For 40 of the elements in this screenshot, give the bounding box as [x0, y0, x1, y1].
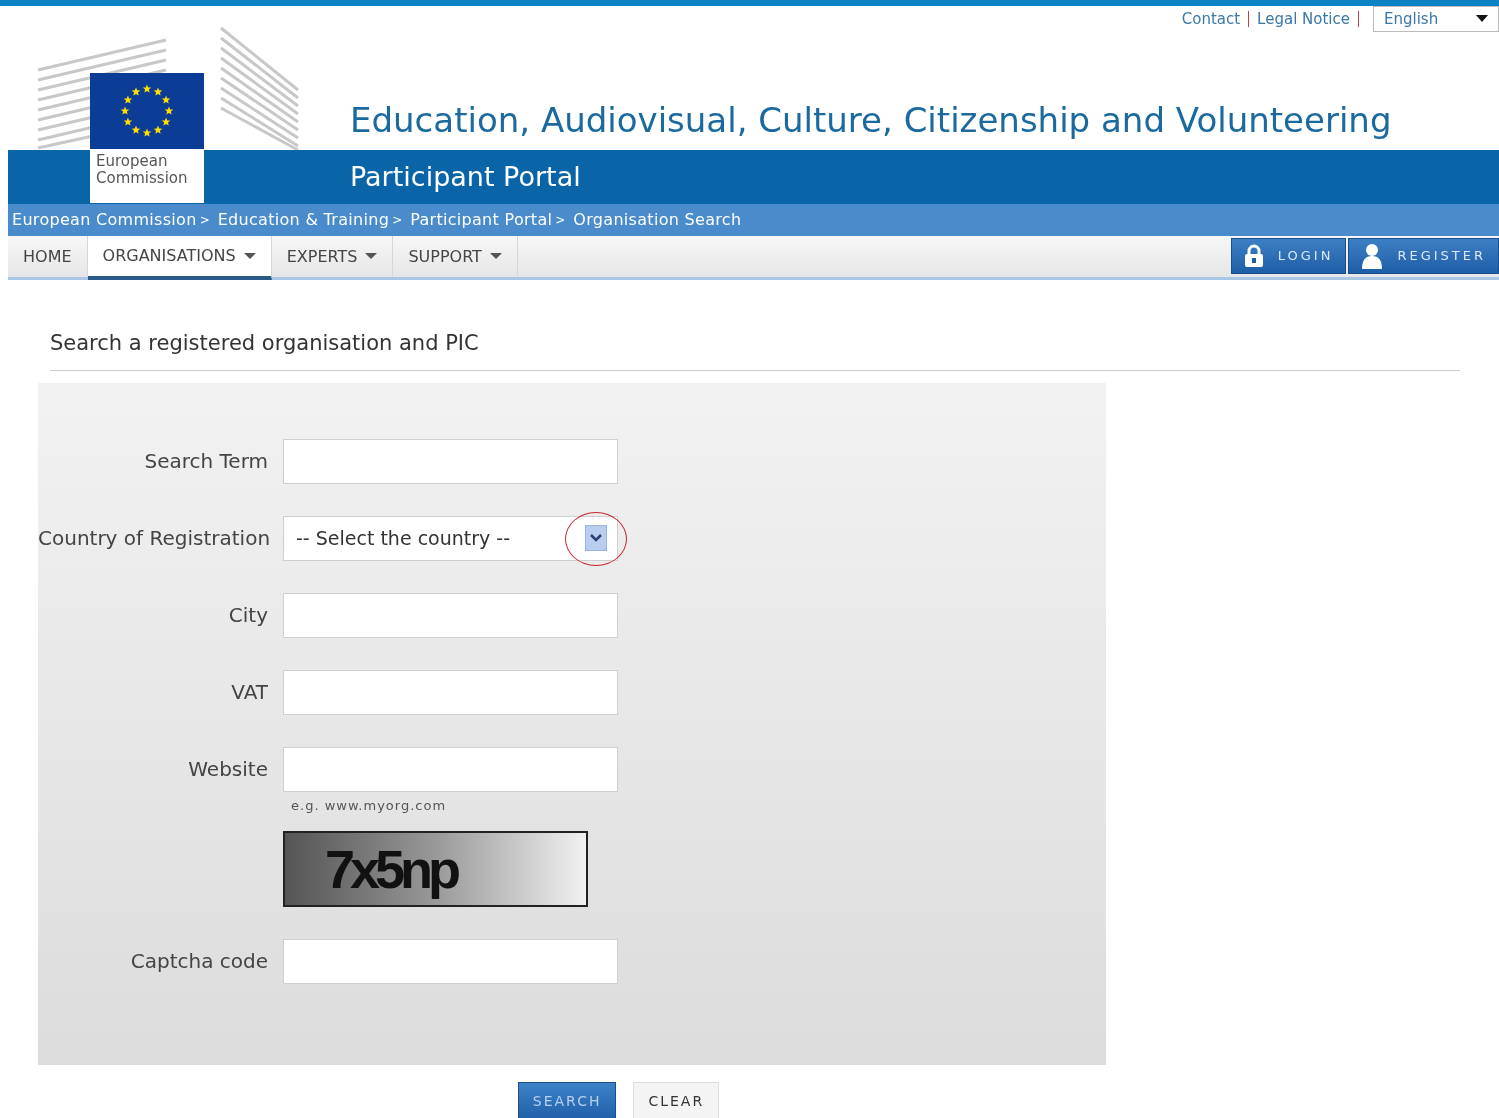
- input-field[interactable]: [283, 939, 618, 984]
- field-label: Captcha code: [129, 948, 269, 975]
- register-button[interactable]: REGISTER: [1348, 237, 1499, 274]
- field-label: VAT: [230, 678, 269, 706]
- breadcrumb-separator: >: [555, 212, 566, 229]
- nav-tab[interactable]: SUPPORT: [393, 236, 518, 277]
- input-field[interactable]: [283, 438, 618, 484]
- field-label: Country of Registration: [38, 524, 272, 552]
- breadcrumb-separator: >: [392, 212, 403, 229]
- input-field[interactable]: [283, 592, 618, 638]
- input-field[interactable]: [283, 669, 618, 715]
- field-label: Search Term: [143, 447, 269, 475]
- input-field[interactable]: [283, 746, 618, 792]
- top-link[interactable]: Legal Notice: [1255, 7, 1352, 31]
- nav-tab[interactable]: HOME: [8, 236, 88, 277]
- search-button[interactable]: SEARCH: [517, 1081, 617, 1118]
- nav-tab[interactable]: EXPERTS: [271, 236, 394, 277]
- field-label: City: [227, 601, 269, 629]
- language-select[interactable]: English: [1373, 6, 1499, 32]
- breadcrumb-link[interactable]: Organisation Search: [573, 208, 742, 232]
- caret-icon: [1476, 15, 1488, 23]
- country-select[interactable]: -- Select the country --: [283, 515, 618, 561]
- clear-button[interactable]: CLEAR: [633, 1081, 720, 1118]
- section-heading: Search a registered organisation and PIC: [50, 328, 1460, 371]
- breadcrumb-link[interactable]: European Commission: [12, 208, 197, 232]
- lock-icon: [1243, 243, 1264, 268]
- eu-stars-icon: [120, 84, 174, 137]
- breadcrumb-link[interactable]: Participant Portal: [410, 208, 553, 232]
- field-label: Website: [187, 755, 269, 783]
- field-hint: e.g. www.myorg.com: [291, 796, 448, 815]
- top-link[interactable]: Contact: [1179, 7, 1243, 31]
- eu-logo: European Commission: [90, 73, 204, 203]
- portal-title: Participant Portal: [350, 159, 581, 194]
- login-button[interactable]: LOGIN: [1230, 237, 1347, 274]
- site-title: Education, Audiovisual, Culture, Citizenship and Volunteering: [350, 99, 1392, 142]
- nav-tab[interactable]: ORGANISATIONS: [87, 236, 272, 280]
- breadcrumb-link[interactable]: Education & Training: [217, 208, 390, 232]
- breadcrumb-separator: >: [199, 212, 210, 229]
- user-icon: [1361, 242, 1384, 269]
- captcha-image: 7x5np: [283, 831, 588, 907]
